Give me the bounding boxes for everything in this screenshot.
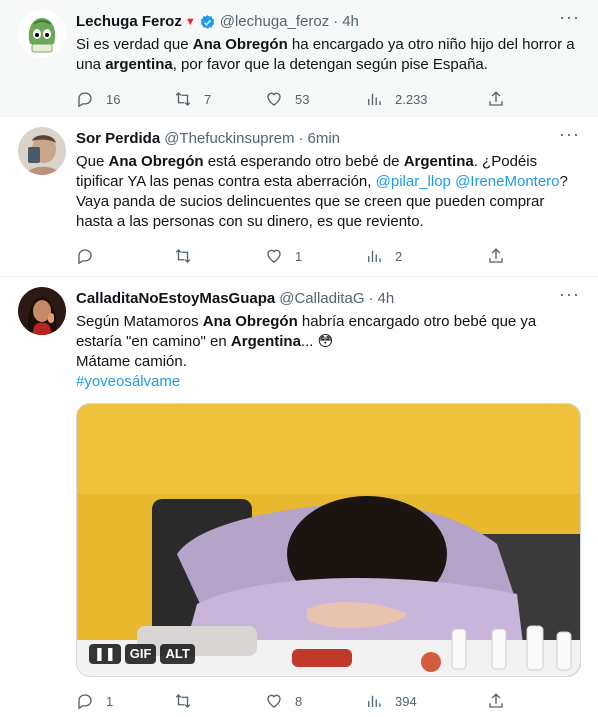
views-button[interactable]: 2 (365, 247, 487, 265)
author-handle[interactable]: @CalladitaG (279, 289, 364, 309)
share-icon (489, 91, 503, 106)
action-bar: 1 2 (76, 246, 582, 266)
reply-count: 16 (106, 91, 121, 107)
views-chart-icon (368, 695, 381, 707)
share-icon (489, 248, 503, 263)
avatar[interactable] (18, 10, 66, 58)
retweet-icon (175, 249, 191, 263)
tweet-text: Que Ana Obregón está esperando otro bebé… (76, 153, 568, 230)
action-bar: 16 7 53 2.233 (76, 89, 582, 109)
like-button[interactable]: 1 (265, 247, 365, 265)
author-handle[interactable]: @Thefuckinsuprem (164, 129, 294, 149)
views-count: 2 (395, 248, 403, 264)
views-count: 2.233 (395, 91, 428, 107)
like-count: 1 (295, 248, 303, 264)
author-name[interactable]: CalladitaNoEstoyMasGuapa (76, 289, 275, 309)
mention-link[interactable]: @pilar_llop (376, 173, 451, 190)
reply-icon (78, 92, 92, 108)
mention-link[interactable]: @IreneMontero (455, 173, 559, 190)
share-button[interactable] (487, 247, 505, 265)
heart-icon (267, 92, 281, 106)
author-handle[interactable]: @lechuga_feroz (220, 12, 329, 32)
reply-count: 1 (106, 693, 114, 709)
like-button[interactable]: 53 (265, 90, 365, 108)
share-icon (489, 693, 503, 708)
verified-badge-icon (200, 14, 214, 29)
retweet-count: 7 (204, 91, 212, 107)
separator-dot: · (368, 290, 374, 307)
retweet-icon (175, 694, 191, 708)
retweet-button[interactable] (174, 692, 265, 710)
share-button[interactable] (487, 692, 505, 710)
like-count: 53 (295, 91, 310, 107)
tweet-1[interactable]: ··· Lechuga Feroz ▼ @lechuga_feroz · 4h … (0, 0, 598, 117)
avatar[interactable] (18, 127, 66, 175)
heart-icon (267, 249, 281, 263)
alt-text-button[interactable]: ALT (160, 644, 195, 664)
separator-dot: · (298, 130, 304, 147)
more-options-icon[interactable]: ··· (559, 8, 580, 26)
like-button[interactable]: 8 (265, 692, 365, 710)
reply-button[interactable]: 1 (76, 692, 174, 710)
separator-dot: · (333, 13, 339, 30)
author-name[interactable]: Sor Perdida (76, 129, 160, 149)
tweet-2[interactable]: ··· Sor Perdida @Thefuckinsuprem · 6min … (0, 117, 598, 277)
gif-media[interactable]: ❚❚ GIF ALT (76, 403, 581, 677)
gif-badge: GIF (124, 644, 157, 664)
reply-icon (78, 694, 92, 710)
reply-button[interactable] (76, 247, 174, 265)
more-options-icon[interactable]: ··· (559, 285, 580, 303)
timestamp[interactable]: 6min (307, 129, 340, 149)
tweet-3[interactable]: ··· CalladitaNoEstoyMasGuapa @CalladitaG… (0, 277, 598, 717)
action-bar: 1 8 394 (76, 691, 582, 711)
views-button[interactable]: 2.233 (365, 90, 487, 108)
author-name[interactable]: Lechuga Feroz (76, 12, 182, 32)
pause-button[interactable]: ❚❚ (89, 644, 121, 664)
retweet-icon (175, 92, 191, 106)
timestamp[interactable]: 4h (342, 12, 359, 32)
more-options-icon[interactable]: ··· (559, 125, 580, 143)
tweet-text: Según Matamoros Ana Obregón habría encar… (76, 313, 537, 390)
views-button[interactable]: 394 (365, 692, 487, 710)
gif-controls: ❚❚ GIF ALT (89, 644, 195, 664)
avatar[interactable] (18, 287, 66, 335)
retweet-button[interactable] (174, 247, 265, 265)
tweet-text: Si es verdad que Ana Obregón ha encargad… (76, 36, 575, 73)
reply-button[interactable]: 16 (76, 90, 174, 108)
like-count: 8 (295, 693, 303, 709)
views-count: 394 (395, 693, 417, 709)
views-chart-icon (368, 250, 381, 262)
hashtag-link[interactable]: #yoveosálvame (76, 373, 180, 390)
heart-emoji-icon: ▼ (184, 16, 196, 28)
reply-icon (78, 249, 92, 265)
retweet-button[interactable]: 7 (174, 90, 265, 108)
views-chart-icon (368, 93, 381, 105)
share-button[interactable] (487, 90, 505, 108)
timestamp[interactable]: 4h (377, 289, 394, 309)
gif-frame-image (77, 404, 580, 676)
heart-icon (267, 694, 281, 708)
